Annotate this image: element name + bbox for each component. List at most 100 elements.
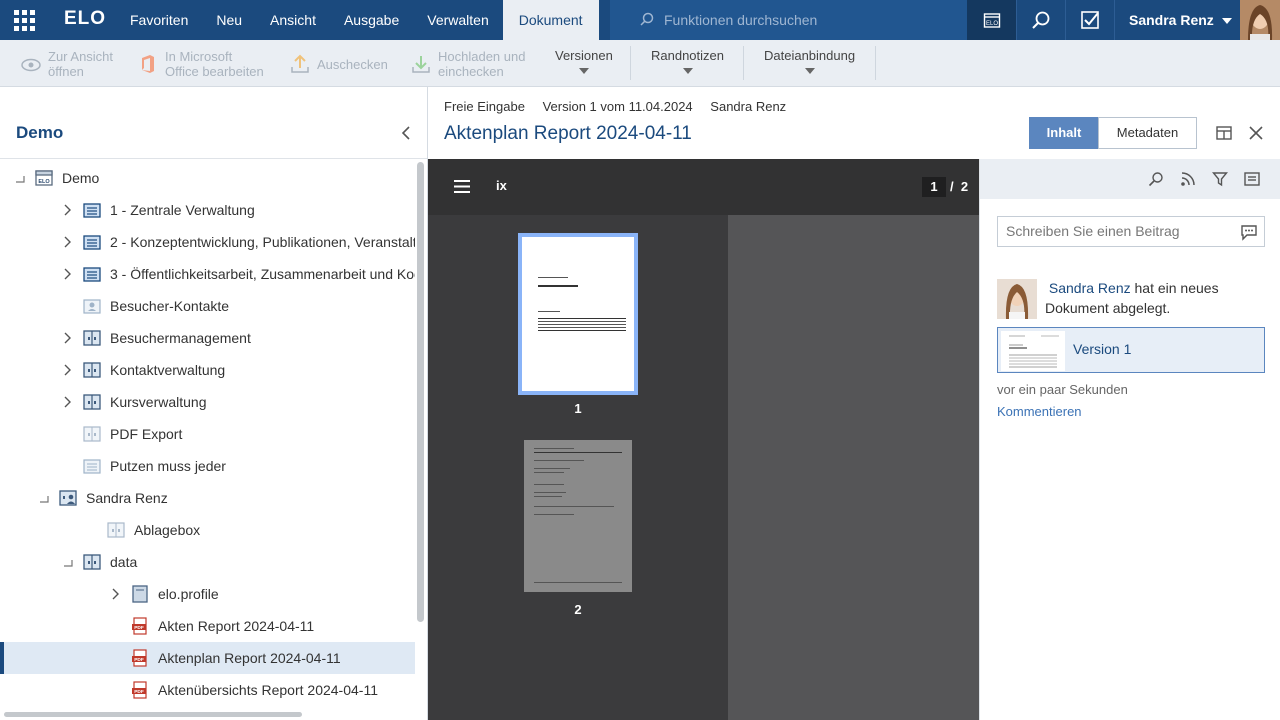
tree-vertical-scrollbar[interactable] [417,162,424,622]
chevron-right-icon[interactable] [110,588,122,600]
tasks-button[interactable] [1066,0,1114,40]
hamburger-menu-icon[interactable] [454,180,470,193]
tree-node[interactable]: Putzen muss jeder [0,450,415,482]
tree-node[interactable]: Ablagebox [0,514,415,546]
open-view-label: Zur Ansicht [48,49,114,64]
tree-node[interactable]: PDF Aktenplan Report 2024-04-11 [0,642,415,674]
rss-feed-icon[interactable] [1180,171,1196,187]
tree-node[interactable]: Sandra Renz [0,482,415,514]
chevron-down-icon [1221,18,1232,25]
tree-node[interactable]: Kontaktverwaltung [0,354,415,386]
tree-node[interactable]: Besucher-Kontakte [0,290,415,322]
register-icon [83,203,101,218]
chevron-right-icon[interactable] [62,204,74,216]
page-count: / 2 [950,177,968,197]
speech-bubble-icon[interactable] [1240,223,1258,241]
layout-panel-icon[interactable] [1216,125,1232,141]
chevron-left-icon[interactable] [398,125,414,141]
avatar[interactable] [1240,0,1280,40]
version-info: Version 1 vom 11.04.2024 [542,99,693,114]
tab-content[interactable]: Inhalt [1029,117,1099,149]
checkout-button[interactable]: Auschecken [289,46,388,82]
tab-metadata[interactable]: Metadaten [1098,117,1197,149]
comment-link[interactable]: Kommentieren [997,404,1082,419]
svg-text:ELO: ELO [38,179,50,185]
main-menu: Favoriten Neu Ansicht Ausgabe Verwalten … [116,0,599,40]
repository-panel: Demo ELO Demo 1 - Zentrale Verwaltung 2 - K… [0,87,428,720]
post-input[interactable]: Schreiben Sie einen Beitrag [997,216,1265,247]
viewer-label: ix [496,178,507,193]
tree-node[interactable]: Kursverwaltung [0,386,415,418]
file-binding-dropdown[interactable]: Dateianbindung [764,46,855,82]
tree-node[interactable]: Besuchermanagement [0,322,415,354]
top-bar: ELO Favoriten Neu Ansicht Ausgabe Verwal… [0,0,1280,40]
version-card[interactable]: Version 1 [997,327,1265,373]
user-name: Sandra Renz [1129,12,1214,28]
pdf-viewer: ix 1 / 2 1 2 [428,159,979,720]
tree-node[interactable]: 1 - Zentrale Verwaltung [0,194,415,226]
tree-node-label: elo.profile [158,586,219,602]
tree-horizontal-scrollbar[interactable] [4,712,302,717]
eye-icon [21,58,41,72]
office-edit-label-2: Office bearbeiten [165,64,264,79]
tree-node[interactable]: 2 - Konzeptentwicklung, Publikationen, V… [0,226,415,258]
collapse-corner-icon[interactable] [14,172,26,184]
tree-node[interactable]: 3 - Öffentlichkeitsarbeit, Zusammenarbei… [0,258,415,290]
chevron-right-icon[interactable] [62,364,74,376]
tree-node[interactable]: PDF Aktenübersichts Report 2024-04-11 [0,674,415,706]
chevron-right-icon[interactable] [62,268,74,280]
chevron-right-icon[interactable] [62,236,74,248]
pdf-icon: PDF [132,649,147,667]
tree-node[interactable]: ELO Demo [0,162,415,194]
chevron-right-icon[interactable] [62,332,74,344]
tree-node-label: Besucher-Kontakte [110,298,230,314]
margin-notes-dropdown[interactable]: Randnotizen [651,46,724,82]
menu-ausgabe[interactable]: Ausgabe [330,0,413,40]
tree-node[interactable]: elo.profile [0,578,415,610]
tree-node[interactable]: PDF Akten Report 2024-04-11 [0,610,415,642]
collapse-corner-icon[interactable] [38,492,50,504]
page-total: 2 [960,179,969,194]
collapse-corner-icon[interactable] [62,556,74,568]
versions-dropdown[interactable]: Versionen [555,46,613,82]
list-view-icon[interactable] [1244,171,1260,187]
menu-verwalten[interactable]: Verwalten [413,0,502,40]
elo-archive-icon: ELO [983,13,1000,28]
search-button[interactable] [1017,0,1065,40]
close-icon[interactable] [1248,125,1264,141]
chevron-right-icon[interactable] [62,396,74,408]
upload-checkin-button[interactable]: Hochladen und einchecken [410,46,525,82]
avatar[interactable] [997,279,1037,319]
margin-notes-label: Randnotizen [651,48,724,63]
current-page-input[interactable]: 1 [922,177,946,197]
feed-timestamp: vor ein paar Sekunden [997,382,1128,397]
page-canvas[interactable] [728,215,979,720]
version-thumbnail [1001,331,1065,371]
chevron-down-icon [682,68,693,74]
function-search[interactable]: Funktionen durchsuchen [610,0,967,40]
pdf-icon: PDF [132,681,147,699]
filter-icon[interactable] [1212,171,1228,187]
mask-name: Freie Eingabe [444,99,525,114]
tree-node[interactable]: PDF Export [0,418,415,450]
page-thumbnail-1[interactable] [518,233,638,395]
page-separator: / [950,179,954,194]
tree-node-label: PDF Export [110,426,183,442]
tasks-check-icon [1081,11,1099,29]
elo-archive-button[interactable]: ELO [967,0,1016,40]
tree-node[interactable]: data [0,546,415,578]
pdf-icon: PDF [132,617,147,635]
page-thumbnail-2[interactable] [524,440,632,592]
document-meta: Freie Eingabe Version 1 vom 11.04.2024 S… [444,99,800,114]
office-edit-button[interactable]: In Microsoft Office bearbeiten [137,46,264,82]
feed-author-link[interactable]: Sandra Renz [1049,280,1131,296]
search-icon[interactable] [1148,171,1164,187]
apps-grid-icon[interactable] [0,0,48,40]
user-menu[interactable]: Sandra Renz [1115,0,1246,40]
menu-favoriten[interactable]: Favoriten [116,0,202,40]
open-view-button[interactable]: Zur Ansicht öffnen [20,46,113,82]
svg-text:PDF: PDF [134,625,144,631]
menu-dokument[interactable]: Dokument [502,0,599,40]
menu-neu[interactable]: Neu [202,0,256,40]
menu-ansicht[interactable]: Ansicht [256,0,330,40]
